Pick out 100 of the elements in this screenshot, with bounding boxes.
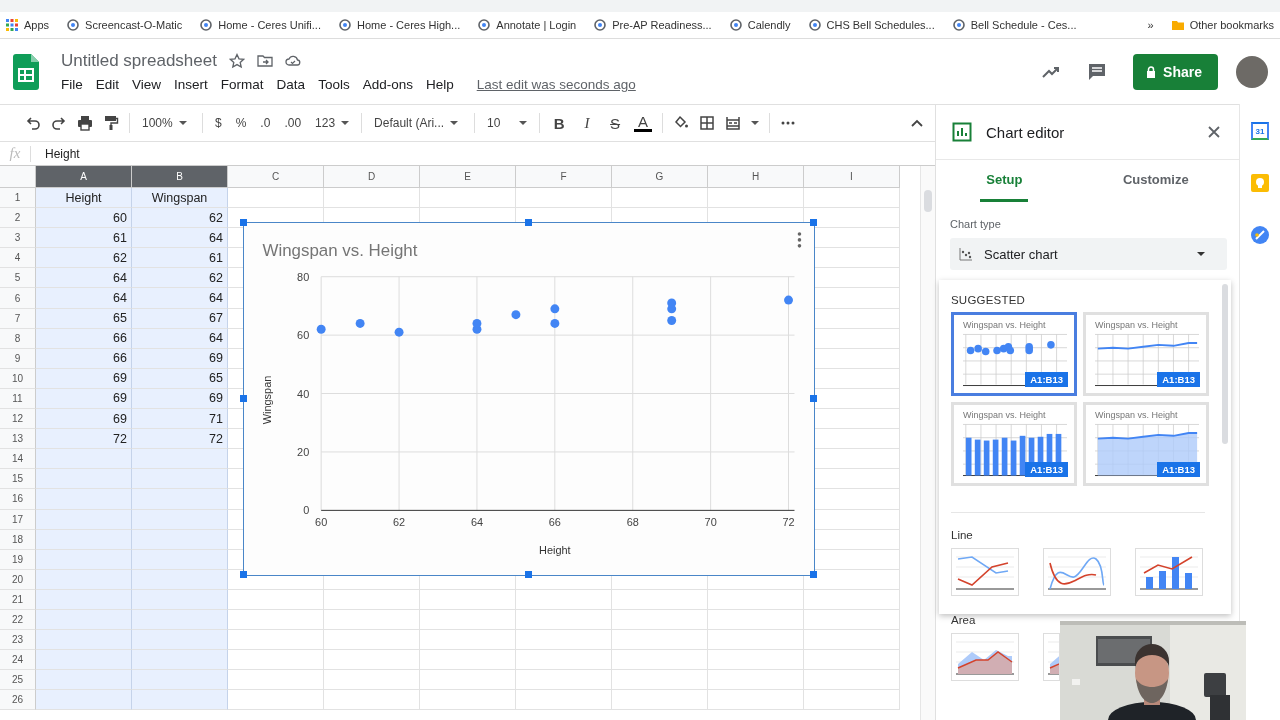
row-header[interactable]: 4 — [0, 248, 36, 269]
row-header[interactable]: 14 — [0, 449, 36, 470]
column-header[interactable]: C — [228, 166, 324, 188]
text-color-button[interactable]: A — [634, 114, 653, 132]
number-format-dropdown[interactable]: 123 — [313, 116, 352, 130]
resize-handle[interactable] — [525, 571, 532, 578]
row-header[interactable]: 20 — [0, 569, 36, 590]
chart-suggestion[interactable]: Wingspan vs. Height A1:B13 — [951, 312, 1077, 396]
menu-item[interactable]: Insert — [174, 77, 208, 92]
resize-handle[interactable] — [810, 571, 817, 578]
chart-type-option[interactable] — [1043, 548, 1111, 596]
resize-handle[interactable] — [240, 395, 247, 402]
bookmark-link[interactable]: CHS Bell Schedules... — [808, 19, 935, 31]
increase-decimals-button[interactable]: .00 — [282, 116, 304, 130]
tasks-icon[interactable] — [1251, 226, 1269, 244]
row-header[interactable]: 12 — [0, 409, 36, 430]
menu-item[interactable]: Tools — [318, 77, 350, 92]
row-header[interactable]: 7 — [0, 308, 36, 329]
sheets-logo-icon[interactable] — [13, 53, 39, 90]
resize-handle[interactable] — [810, 219, 817, 226]
menu-item[interactable]: Add-ons — [362, 77, 413, 92]
menu-item[interactable]: File — [61, 77, 83, 92]
column-header[interactable]: D — [324, 166, 420, 188]
chart-type-option[interactable] — [951, 633, 1019, 681]
share-button[interactable]: Share — [1133, 53, 1218, 90]
currency-button[interactable]: $ — [213, 116, 224, 130]
row-header[interactable]: 25 — [0, 670, 36, 691]
column-header[interactable]: H — [708, 166, 804, 188]
row-header[interactable]: 16 — [0, 489, 36, 510]
menu-item[interactable]: Data — [276, 77, 306, 92]
bookmark-link[interactable]: Screencast-O-Matic — [67, 19, 183, 31]
row-header[interactable]: 11 — [0, 388, 36, 410]
column-header[interactable]: B — [132, 166, 228, 188]
row-header[interactable]: 24 — [0, 650, 36, 671]
caret-icon[interactable] — [751, 121, 760, 125]
more-bookmarks-button[interactable]: » — [1147, 19, 1154, 31]
chart-type-dropdown[interactable]: Scatter chart — [950, 238, 1227, 270]
row-header[interactable]: 22 — [0, 609, 36, 631]
column-header[interactable]: I — [804, 166, 900, 188]
menu-item[interactable]: View — [132, 77, 162, 92]
print-icon[interactable] — [77, 115, 93, 131]
chart-suggestion[interactable]: Wingspan vs. Height A1:B13 — [1083, 312, 1209, 396]
row-header[interactable]: 13 — [0, 429, 36, 450]
resize-handle[interactable] — [240, 219, 247, 226]
font-dropdown[interactable]: Default (Ari... — [372, 116, 465, 130]
chart-type-option[interactable] — [1135, 548, 1203, 596]
row-header[interactable]: 9 — [0, 348, 36, 369]
zoom-dropdown[interactable]: 100% — [140, 116, 192, 130]
row-header[interactable]: 23 — [0, 630, 36, 651]
row-header[interactable]: 19 — [0, 549, 36, 570]
row-header[interactable]: 15 — [0, 469, 36, 490]
cloud-icon[interactable] — [284, 53, 301, 69]
merge-cells-icon[interactable] — [725, 115, 742, 131]
percent-button[interactable]: % — [233, 116, 249, 130]
move-to-folder-icon[interactable] — [256, 53, 273, 69]
comment-icon[interactable] — [1087, 61, 1108, 82]
font-size-dropdown[interactable]: 10 — [485, 116, 530, 130]
row-header[interactable]: 8 — [0, 328, 36, 349]
row-header[interactable]: 17 — [0, 509, 36, 530]
fill-color-icon[interactable] — [673, 115, 690, 131]
calendar-icon[interactable]: 31 — [1251, 122, 1269, 140]
strikethrough-button[interactable]: S — [606, 114, 625, 132]
apps-link[interactable]: Apps — [6, 19, 50, 31]
menu-item[interactable]: Help — [425, 77, 454, 92]
chart-suggestion[interactable]: Wingspan vs. Height A1:B13 — [1083, 402, 1209, 486]
redo-icon[interactable] — [51, 115, 67, 131]
row-header[interactable]: 21 — [0, 589, 36, 610]
row-header[interactable]: 26 — [0, 690, 36, 711]
star-icon[interactable] — [228, 53, 245, 69]
chart-card[interactable]: Wingspan vs. Height 0 20 40 60 80 60 62 64 66 68 70 72 Height Wingspan — [243, 222, 815, 576]
bookmark-link[interactable]: Home - Ceres Unifi... — [200, 19, 321, 31]
paint-format-icon[interactable] — [103, 115, 119, 131]
avatar[interactable] — [1236, 55, 1268, 88]
kebab-menu-icon[interactable] — [797, 232, 802, 248]
menu-item[interactable]: Edit — [95, 77, 120, 92]
row-header[interactable]: 2 — [0, 208, 36, 229]
bookmark-link[interactable]: Calendly — [729, 19, 791, 31]
row-header[interactable]: 10 — [0, 368, 36, 389]
resize-handle[interactable] — [525, 219, 532, 226]
bookmark-link[interactable]: Pre-AP Readiness... — [594, 19, 712, 31]
bookmark-link[interactable]: Bell Schedule - Ces... — [952, 19, 1077, 31]
decrease-decimals-button[interactable]: .0 — [258, 116, 273, 130]
row-header[interactable]: 6 — [0, 288, 36, 309]
tab[interactable]: Customize — [1116, 160, 1195, 202]
tab[interactable]: Setup — [980, 160, 1029, 202]
row-header[interactable]: 3 — [0, 228, 36, 249]
bookmark-link[interactable]: Annotate | Login — [478, 19, 577, 31]
undo-icon[interactable] — [25, 115, 41, 131]
resize-handle[interactable] — [240, 571, 247, 578]
last-edit-link[interactable]: Last edit was seconds ago — [476, 77, 636, 92]
column-header[interactable]: A — [36, 166, 132, 188]
italic-button[interactable]: I — [578, 114, 597, 132]
resize-handle[interactable] — [810, 395, 817, 402]
bookmark-link[interactable]: Home - Ceres High... — [339, 19, 461, 31]
column-header[interactable]: G — [612, 166, 708, 188]
chart-type-option[interactable] — [951, 548, 1019, 596]
formula-input[interactable]: Height — [45, 146, 80, 161]
chart-suggestion[interactable]: Wingspan vs. Height A1:B13 — [951, 402, 1077, 486]
row-header[interactable]: 18 — [0, 529, 36, 550]
menu-item[interactable]: Format — [220, 77, 264, 92]
